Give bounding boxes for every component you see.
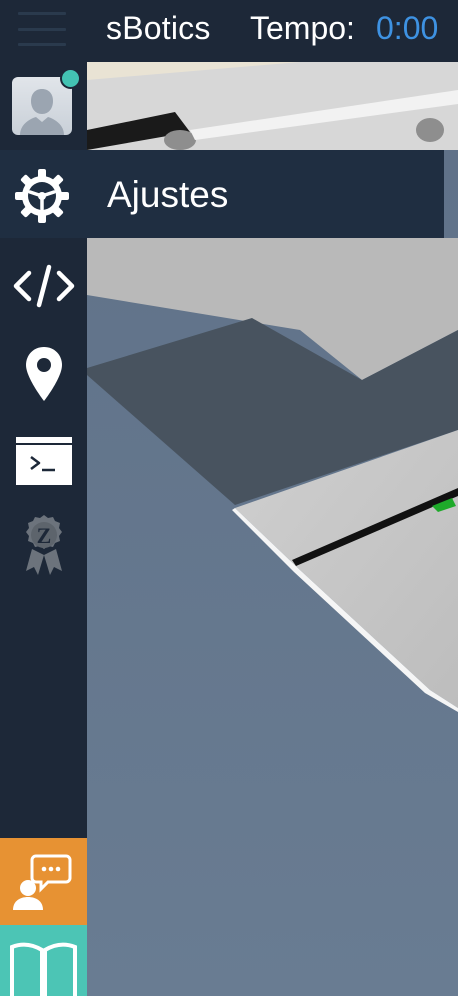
obstacle bbox=[164, 130, 196, 150]
sidebar-item-settings[interactable]: Ajustes bbox=[0, 150, 444, 238]
open-book-icon bbox=[10, 942, 77, 996]
location-pin-icon bbox=[25, 347, 62, 401]
sidebar-item-terminal[interactable] bbox=[0, 430, 87, 492]
terminal-icon bbox=[15, 437, 72, 485]
timer-value: 0:00 bbox=[376, 10, 439, 46]
docs-book-button[interactable] bbox=[0, 925, 87, 996]
settings-label: Ajustes bbox=[107, 174, 229, 215]
user-profile-button[interactable] bbox=[12, 68, 81, 135]
code-icon bbox=[13, 264, 74, 308]
app-title: sBotics bbox=[106, 10, 211, 46]
gear-icon bbox=[15, 169, 69, 223]
chat-support-icon bbox=[13, 854, 72, 910]
sidebar-item-location[interactable] bbox=[0, 340, 87, 410]
sidebar-item-code[interactable] bbox=[0, 250, 87, 322]
obstacle bbox=[416, 118, 444, 142]
help-chat-button[interactable] bbox=[0, 838, 87, 925]
z-award-badge-icon: Z bbox=[25, 515, 62, 575]
sidebar-item-achievements[interactable]: Z bbox=[0, 510, 87, 582]
top-bar: sBotics Tempo: 0:00 bbox=[0, 0, 458, 62]
timer-label: Tempo: bbox=[250, 10, 355, 46]
svg-text:Z: Z bbox=[36, 523, 51, 548]
menu-hamburger-icon[interactable] bbox=[18, 12, 66, 46]
online-status-dot bbox=[60, 68, 81, 89]
